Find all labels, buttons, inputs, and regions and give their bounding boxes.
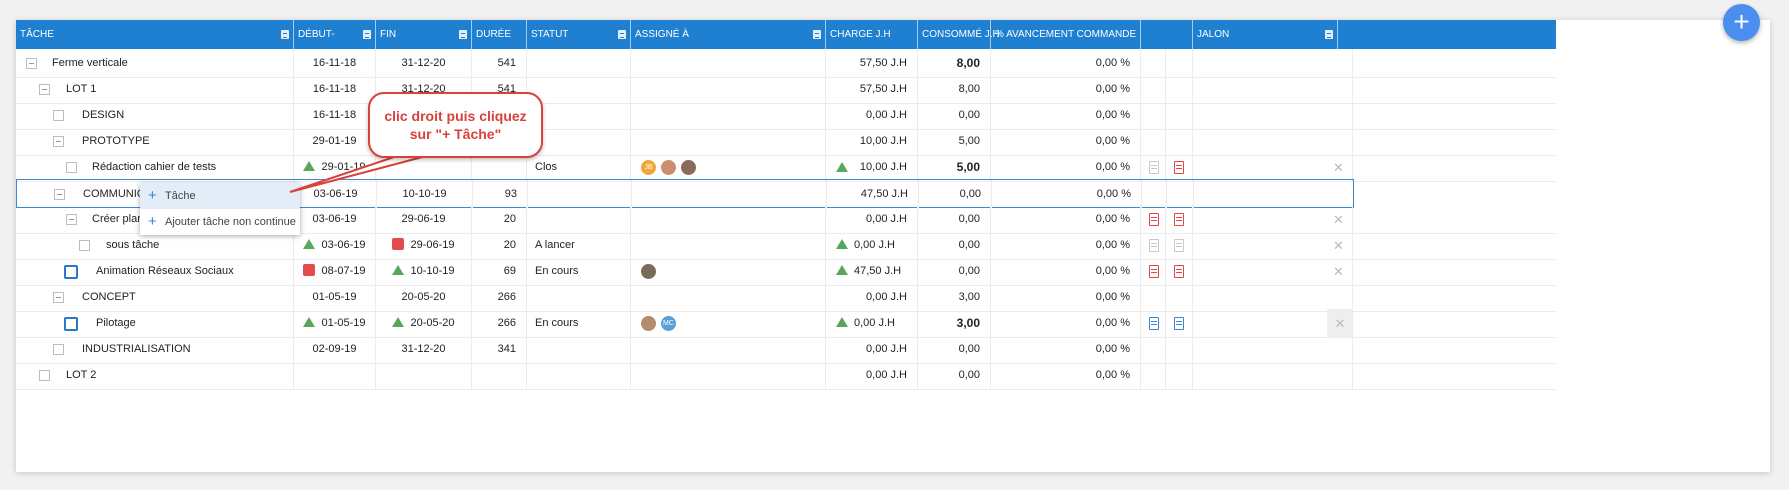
callout-pointer (289, 154, 431, 193)
instruction-callout: clic droit puis cliquez sur "+ Tâche" (368, 92, 543, 158)
callout-line: clic droit puis cliquez (384, 108, 527, 124)
callout-line: sur "+ Tâche" (409, 126, 502, 142)
